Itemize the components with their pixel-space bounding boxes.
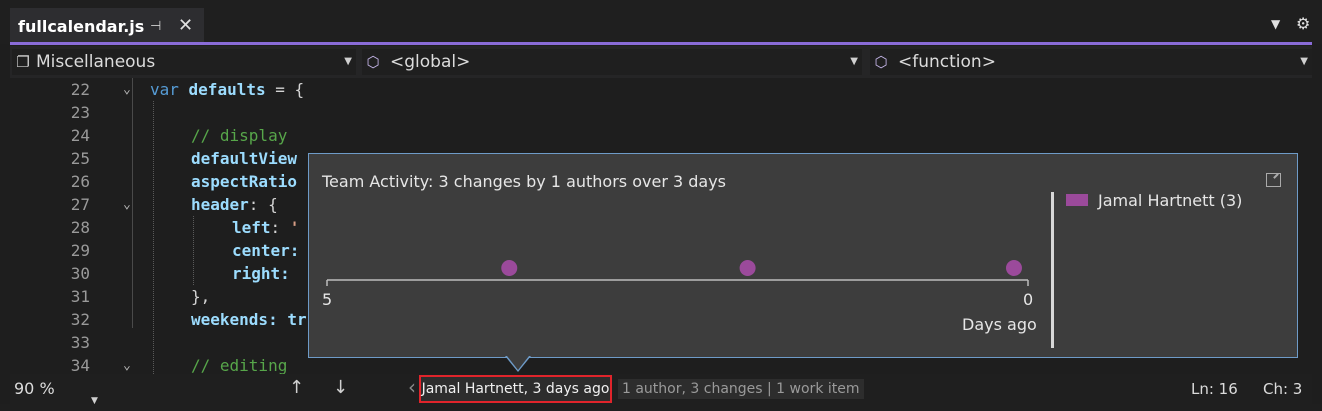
scope-dropdown[interactable]: ⬡ <global> ▼ [362, 49, 862, 75]
fold-chevron-icon[interactable]: ⌄ [123, 78, 131, 101]
popup-pointer-fill [507, 356, 529, 370]
code-line: 23 [10, 101, 1312, 124]
window-bottom-edge [0, 404, 1322, 411]
line-number: 24 [70, 126, 90, 145]
code-text: defaultView [191, 149, 297, 168]
navigation-bar: ❐ Miscellaneous ▼ ⬡ <global> ▼ ⬡ <functi… [10, 46, 1312, 78]
line-number: 25 [70, 149, 90, 168]
code-text: var defaults = { [150, 80, 305, 99]
member-dropdown-label: <function> [898, 52, 996, 72]
editor-status-bar: 90 % ▼ ↑ ↓ ‹ Jamal Hartnett, 3 days ago … [10, 374, 1312, 406]
code-line: 24 // display [10, 124, 1312, 147]
member-dropdown[interactable]: ⬡ <function> ▼ [870, 49, 1312, 75]
arrow-down-icon[interactable]: ↓ [333, 377, 348, 398]
code-text: right: [232, 264, 290, 283]
line-number: 23 [70, 103, 90, 122]
activity-point[interactable] [501, 260, 518, 276]
chevron-left-icon[interactable]: ‹ [408, 375, 416, 399]
project-icon: ❐ [16, 53, 30, 71]
code-text: left: ' [232, 218, 300, 237]
legend-swatch [1066, 194, 1088, 206]
chevron-down-icon: ▼ [850, 56, 858, 67]
x-tick-label: 5 [322, 290, 333, 309]
code-comment: // editing [191, 356, 288, 374]
project-dropdown[interactable]: ❐ Miscellaneous ▼ [12, 49, 356, 75]
line-number: 26 [70, 172, 90, 191]
dropdown-icon[interactable]: ▼ [1271, 17, 1280, 31]
project-dropdown-label: Miscellaneous [36, 52, 156, 72]
chevron-down-icon: ▼ [1300, 56, 1308, 67]
line-number: 30 [70, 264, 90, 283]
document-tab[interactable]: fullcalendar.js ⊣ ✕ [10, 8, 204, 42]
x-axis-title: Days ago [962, 315, 1037, 334]
legend-divider [1051, 192, 1054, 348]
scope-dropdown-label: <global> [390, 52, 471, 72]
line-number: 31 [70, 287, 90, 306]
pin-icon[interactable]: ⊣ [150, 19, 161, 34]
arrow-up-icon[interactable]: ↑ [289, 377, 304, 398]
document-tab-strip: fullcalendar.js ⊣ ✕ ▼ ⚙ [0, 0, 1322, 44]
close-icon[interactable]: ✕ [178, 15, 193, 36]
line-number: 22 [70, 80, 90, 99]
chevron-down-icon: ▼ [344, 56, 352, 67]
line-indicator[interactable]: Ln: 16 [1191, 380, 1238, 398]
line-number: 33 [70, 333, 90, 352]
activity-point[interactable] [1005, 260, 1022, 276]
cube-icon: ⬡ [366, 53, 380, 71]
fold-chevron-icon[interactable]: ⌄ [123, 193, 131, 216]
code-comment: // display [191, 126, 288, 145]
fold-chevron-icon[interactable]: ⌄ [123, 354, 131, 374]
line-number: 34 [70, 356, 90, 374]
code-text: }, [191, 287, 211, 306]
code-text: header: { [191, 195, 278, 214]
line-number: 32 [70, 310, 90, 329]
gear-icon[interactable]: ⚙ [1296, 14, 1310, 33]
code-text: center: [232, 241, 300, 260]
legend-label: Jamal Hartnett (3) [1098, 191, 1243, 210]
line-number: 27 [70, 195, 90, 214]
activity-chart [326, 260, 1029, 286]
column-indicator[interactable]: Ch: 3 [1263, 380, 1302, 398]
codelens-author-button[interactable]: Jamal Hartnett, 3 days ago [419, 375, 612, 403]
zoom-dropdown[interactable]: 90 % ▼ [12, 377, 100, 406]
cube-icon: ⬡ [874, 53, 888, 71]
tab-title: fullcalendar.js [18, 16, 145, 36]
code-text: weekends: tr [191, 310, 307, 329]
activity-point[interactable] [739, 260, 756, 276]
team-activity-popup: Team Activity: 3 changes by 1 authors ov… [308, 153, 1298, 358]
zoom-value: 90 % [14, 379, 55, 398]
line-number: 29 [70, 241, 90, 260]
tab-accent-line [10, 42, 1312, 45]
code-text: aspectRatio [191, 172, 297, 191]
codelens-summary[interactable]: 1 author, 3 changes | 1 work item [618, 379, 864, 399]
code-line: 22 ⌄ var defaults = { [10, 78, 1312, 101]
x-tick-label: 0 [1023, 290, 1034, 309]
line-number: 28 [70, 218, 90, 237]
